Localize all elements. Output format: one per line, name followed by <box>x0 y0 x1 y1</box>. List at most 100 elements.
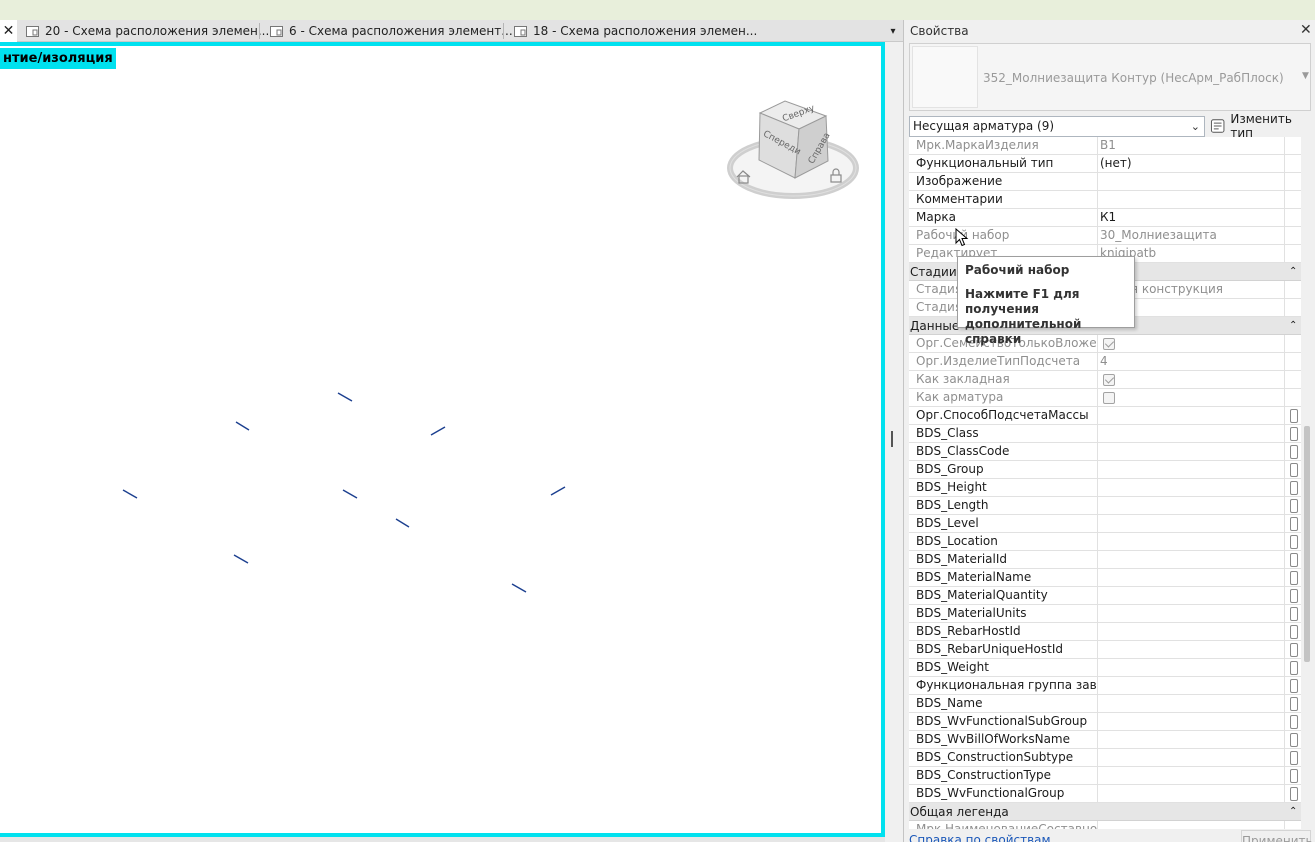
property-value[interactable] <box>1099 479 1285 497</box>
property-value[interactable] <box>1099 569 1285 587</box>
property-value[interactable] <box>1099 623 1285 641</box>
property-value[interactable] <box>1099 443 1285 461</box>
type-selector[interactable]: 352_Молниезащита Контур (НесАрм_РабПлоск… <box>909 43 1311 111</box>
property-value[interactable]: ... <box>1099 821 1285 829</box>
property-value[interactable] <box>1099 191 1285 209</box>
property-value[interactable] <box>1099 767 1285 785</box>
property-row[interactable]: Изображение <box>909 173 1301 191</box>
property-value[interactable]: (нет) <box>1099 155 1285 173</box>
property-value[interactable] <box>1099 785 1285 803</box>
associate-parameter-button[interactable] <box>1290 715 1298 729</box>
property-row[interactable]: BDS_RebarHostId <box>909 623 1301 641</box>
property-row[interactable]: Комментарии <box>909 191 1301 209</box>
tab-view-20[interactable]: 20 - Схема расположения элемен... <box>26 20 269 42</box>
panel-close-button[interactable]: ✕ <box>1300 22 1312 38</box>
property-row[interactable]: BDS_WvBillOfWorksName <box>909 731 1301 749</box>
tab-view-18[interactable]: 18 - Схема расположения элемен... <box>514 20 757 42</box>
associate-parameter-button[interactable] <box>1290 445 1298 459</box>
property-row[interactable]: BDS_WvFunctionalGroup <box>909 785 1301 803</box>
property-checkbox[interactable] <box>1103 392 1115 404</box>
element-filter-select[interactable]: Несущая арматура (9) ⌄ <box>909 116 1205 137</box>
collapse-icon[interactable]: ⌃ <box>1289 317 1297 335</box>
property-value[interactable] <box>1099 425 1285 443</box>
property-value[interactable] <box>1099 389 1285 407</box>
property-value[interactable]: К1 <box>1099 209 1285 227</box>
property-value[interactable] <box>1099 407 1285 425</box>
property-value[interactable] <box>1099 641 1285 659</box>
property-value[interactable] <box>1099 551 1285 569</box>
property-row[interactable]: Орг.ИзделиеТипПодсчета 4 <box>909 353 1301 371</box>
property-row[interactable]: BDS_ConstructionType <box>909 767 1301 785</box>
property-row[interactable]: BDS_Name <box>909 695 1301 713</box>
3d-view-canvas[interactable]: нтие/изоляция Сверху Спереди Справа <box>0 42 885 837</box>
associate-parameter-button[interactable] <box>1290 571 1298 585</box>
associate-parameter-button[interactable] <box>1290 481 1298 495</box>
property-value[interactable] <box>1099 659 1285 677</box>
associate-parameter-button[interactable] <box>1290 769 1298 783</box>
property-value[interactable] <box>1099 749 1285 767</box>
associate-parameter-button[interactable] <box>1290 625 1298 639</box>
property-value[interactable] <box>1099 605 1285 623</box>
property-row[interactable]: BDS_RebarUniqueHostId <box>909 641 1301 659</box>
associate-parameter-button[interactable] <box>1290 643 1298 657</box>
property-value[interactable]: 4 <box>1099 353 1285 371</box>
property-value[interactable] <box>1099 677 1285 695</box>
property-row[interactable]: BDS_MaterialId <box>909 551 1301 569</box>
associate-parameter-button[interactable] <box>1290 607 1298 621</box>
associate-parameter-button[interactable] <box>1290 589 1298 603</box>
close-tab-button[interactable]: ✕ <box>0 20 17 42</box>
grid-scrollbar[interactable] <box>1304 426 1310 662</box>
property-row[interactable]: BDS_MaterialQuantity <box>909 587 1301 605</box>
property-row[interactable]: BDS_MaterialName <box>909 569 1301 587</box>
property-value[interactable] <box>1099 713 1285 731</box>
property-row[interactable]: BDS_Level <box>909 515 1301 533</box>
associate-parameter-button[interactable] <box>1290 535 1298 549</box>
property-value[interactable] <box>1099 371 1285 389</box>
associate-parameter-button[interactable] <box>1290 409 1298 423</box>
property-value[interactable] <box>1099 515 1285 533</box>
tab-list-dropdown[interactable]: ▾ <box>887 24 899 38</box>
properties-help-link[interactable]: Справка по свойствам <box>909 833 1051 842</box>
property-value[interactable] <box>1099 497 1285 515</box>
associate-parameter-button[interactable] <box>1290 733 1298 747</box>
associate-parameter-button[interactable] <box>1290 697 1298 711</box>
property-row[interactable]: BDS_Class <box>909 425 1301 443</box>
associate-parameter-button[interactable] <box>1290 679 1298 693</box>
property-row[interactable]: BDS_Group <box>909 461 1301 479</box>
property-row[interactable]: Как арматура <box>909 389 1301 407</box>
property-value[interactable] <box>1099 731 1285 749</box>
property-value[interactable] <box>1099 587 1285 605</box>
property-row[interactable]: BDS_ClassCode <box>909 443 1301 461</box>
property-checkbox[interactable] <box>1103 374 1115 386</box>
viewcube[interactable]: Сверху Спереди Справа <box>727 98 859 202</box>
property-row[interactable]: Марка К1 <box>909 209 1301 227</box>
property-row[interactable]: BDS_Location <box>909 533 1301 551</box>
associate-parameter-button[interactable] <box>1290 463 1298 477</box>
associate-parameter-button[interactable] <box>1290 517 1298 531</box>
collapse-icon[interactable]: ⌃ <box>1289 803 1297 821</box>
associate-parameter-button[interactable] <box>1290 499 1298 513</box>
view-control-bar[interactable] <box>0 837 885 842</box>
property-row[interactable]: Орг.СпособПодсчетаМассы <box>909 407 1301 425</box>
property-row[interactable]: BDS_Length <box>909 497 1301 515</box>
property-value[interactable]: 30_Молниезащита <box>1099 227 1285 245</box>
property-row[interactable]: BDS_MaterialUnits <box>909 605 1301 623</box>
property-group-header[interactable]: Общая легенда ⌃ <box>909 803 1301 821</box>
property-row[interactable]: BDS_Weight <box>909 659 1301 677</box>
associate-parameter-button[interactable] <box>1290 787 1298 801</box>
edit-type-button[interactable]: Изменить тип <box>1210 112 1315 140</box>
property-row[interactable]: Мрк.НаименованиеСоставно...... <box>909 821 1301 829</box>
associate-parameter-button[interactable] <box>1290 553 1298 567</box>
collapse-icon[interactable]: ⌃ <box>1289 263 1297 281</box>
associate-parameter-button[interactable] <box>1290 751 1298 765</box>
property-row[interactable]: Мрк.МаркаИзделия В1 <box>909 137 1301 155</box>
property-row[interactable]: Функциональная группа завис... <box>909 677 1301 695</box>
property-value[interactable] <box>1099 173 1285 191</box>
property-value[interactable] <box>1099 533 1285 551</box>
property-row[interactable]: BDS_Height <box>909 479 1301 497</box>
associate-parameter-button[interactable] <box>1290 427 1298 441</box>
associate-parameter-button[interactable] <box>1290 661 1298 675</box>
tab-view-6[interactable]: 6 - Схема расположения элемент... <box>270 20 513 42</box>
property-value[interactable] <box>1099 461 1285 479</box>
apply-button[interactable]: Применить <box>1241 830 1313 842</box>
